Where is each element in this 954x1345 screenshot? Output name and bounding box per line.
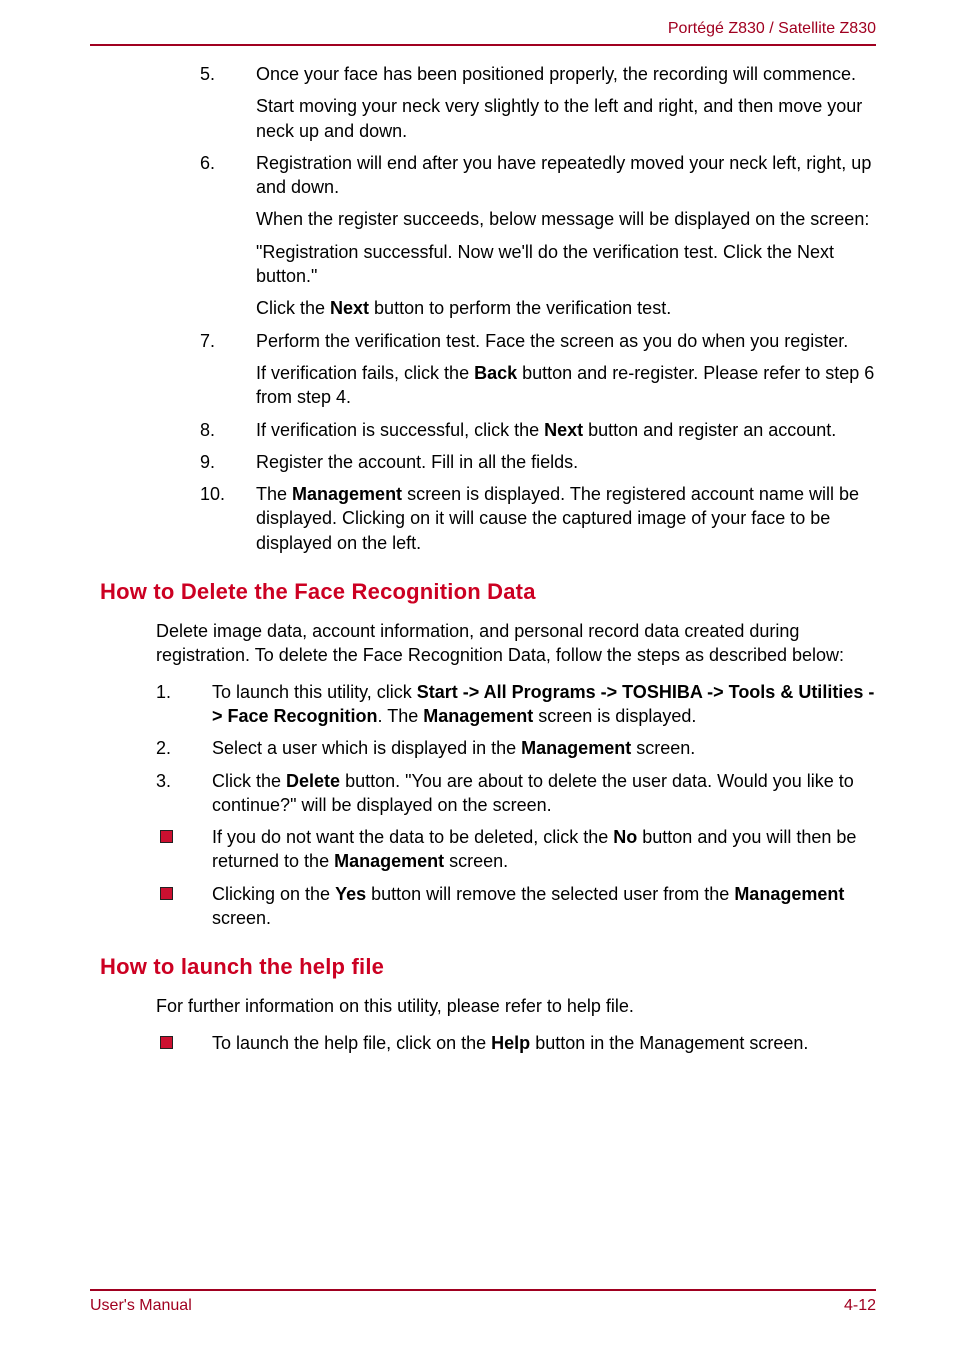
bold-text: Next [330,298,369,318]
footer-left: User's Manual [90,1297,192,1315]
bold-text: No [613,827,637,847]
list-number: 8. [200,418,238,442]
list-item: If you do not want the data to be delete… [156,825,876,874]
list-number: 6. [200,151,238,175]
list-para: Select a user which is displayed in the … [212,736,876,760]
footer-right: 4-12 [844,1297,876,1315]
list-item: 3. Click the Delete button. "You are abo… [156,769,876,818]
list-para: The Management screen is displayed. The … [256,482,876,555]
list-para: When the register succeeds, below messag… [256,207,876,231]
list-item: To launch the help file, click on the He… [156,1031,876,1055]
text-run: Click the [212,771,286,791]
list-item: 1. To launch this utility, click Start -… [156,680,876,729]
section-intro: Delete image data, account information, … [100,619,876,668]
content-area: 5. Once your face has been positioned pr… [70,62,884,1055]
page-header: Portégé Z830 / Satellite Z830 [90,20,876,46]
text-run: Select a user which is displayed in the [212,738,521,758]
text-run: Clicking on the [212,884,335,904]
page-footer: User's Manual 4-12 [70,1289,884,1315]
list-number: 10. [200,482,238,506]
list-item: Clicking on the Yes button will remove t… [156,882,876,931]
bold-text: Management [521,738,631,758]
text-run: button to perform the verification test. [369,298,671,318]
list-item: 5. Once your face has been positioned pr… [200,62,876,143]
list-number: 3. [156,769,194,793]
list-item: 10. The Management screen is displayed. … [200,482,876,555]
section-heading-delete: How to Delete the Face Recognition Data [100,579,876,605]
bold-text: Yes [335,884,366,904]
list-para: Registration will end after you have rep… [256,151,876,200]
list-item: 9. Register the account. Fill in all the… [200,450,876,474]
list-number: 1. [156,680,194,704]
list-item: 8. If verification is successful, click … [200,418,876,442]
sect2-lists: To launch the help file, click on the He… [100,1031,876,1055]
section-intro: For further information on this utility,… [100,994,876,1018]
list-para: Start moving your neck very slightly to … [256,94,876,143]
bold-text: Management [423,706,533,726]
list-para: Register the account. Fill in all the fi… [256,450,876,474]
list-item: 2. Select a user which is displayed in t… [156,736,876,760]
list-para: "Registration successful. Now we'll do t… [256,240,876,289]
top-ordered-list-wrap: 5. Once your face has been positioned pr… [200,62,876,555]
text-run: screen. [444,851,508,871]
text-run: If you do not want the data to be delete… [212,827,613,847]
text-run: . The [378,706,424,726]
top-ordered-list: 5. Once your face has been positioned pr… [200,62,876,555]
bold-text: Back [474,363,517,383]
bold-text: Management [334,851,444,871]
list-para: Click the Next button to perform the ver… [256,296,876,320]
text-run: button and register an account. [583,420,836,440]
text-run: If verification is successful, click the [256,420,544,440]
list-number: 9. [200,450,238,474]
sect1-ordered-list: 1. To launch this utility, click Start -… [156,680,876,817]
list-para: If verification fails, click the Back bu… [256,361,876,410]
list-item: 6. Registration will end after you have … [200,151,876,321]
sect1-lists: 1. To launch this utility, click Start -… [100,680,876,931]
bold-text: Management [292,484,402,504]
text-run: The [256,484,292,504]
list-para: Click the Delete button. "You are about … [212,769,876,818]
page: Portégé Z830 / Satellite Z830 5. Once yo… [0,0,954,1345]
text-run: Click the [256,298,330,318]
bold-text: Management [734,884,844,904]
list-item: 7. Perform the verification test. Face t… [200,329,876,410]
text-run: button will remove the selected user fro… [366,884,734,904]
text-run: To launch the help file, click on the [212,1033,491,1053]
bold-text: Next [544,420,583,440]
text-run: screen. [212,908,271,928]
text-run: button in the Management screen. [530,1033,808,1053]
sect2-bullet-list: To launch the help file, click on the He… [156,1031,876,1055]
text-run: screen is displayed. [533,706,696,726]
list-para: Perform the verification test. Face the … [256,329,876,353]
section-heading-help: How to launch the help file [100,954,876,980]
list-para: Once your face has been positioned prope… [256,62,876,86]
list-number: 5. [200,62,238,86]
text-run: If verification fails, click the [256,363,474,383]
bold-text: Help [491,1033,530,1053]
list-number: 7. [200,329,238,353]
list-number: 2. [156,736,194,760]
list-para: If verification is successful, click the… [256,418,876,442]
bold-text: Delete [286,771,340,791]
sect1-bullet-list: If you do not want the data to be delete… [156,825,876,930]
list-para: To launch this utility, click Start -> A… [212,680,876,729]
text-run: To launch this utility, click [212,682,417,702]
text-run: screen. [631,738,695,758]
